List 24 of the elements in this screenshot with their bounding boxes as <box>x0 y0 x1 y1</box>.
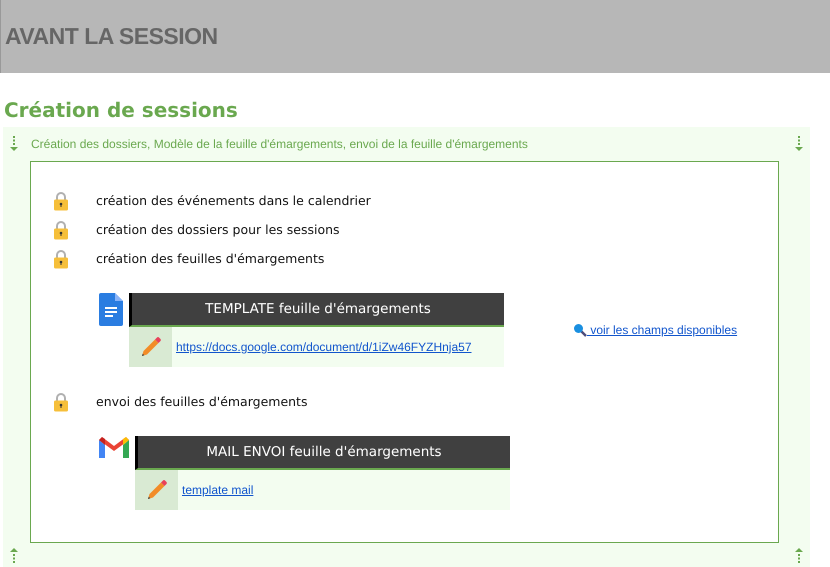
expand-arrow-icon[interactable] <box>9 547 19 563</box>
document-icon <box>99 293 123 326</box>
lock-icon <box>53 190 69 210</box>
fields-link[interactable]: voir les champs disponibles <box>573 323 738 337</box>
page-title: AVANT LA SESSION <box>5 23 218 50</box>
lock-icon <box>53 220 69 240</box>
collapse-arrow-icon[interactable] <box>794 136 804 152</box>
collapse-arrow-icon[interactable] <box>9 136 19 152</box>
pencil-icon <box>146 479 168 501</box>
lock-icon <box>53 248 69 268</box>
document-link[interactable]: template mail <box>182 483 254 497</box>
card-title: MAIL ENVOI feuille d'émargements <box>135 436 510 470</box>
card-title: TEMPLATE feuille d'émargements <box>129 293 504 327</box>
task-label: création des événements dans le calendrier <box>96 193 371 208</box>
task-label: création des feuilles d'émargements <box>96 251 324 266</box>
envelope-m-icon <box>99 436 129 460</box>
task-label: envoi des feuilles d'émargements <box>96 394 308 409</box>
task-label: création des dossiers pour les sessions <box>96 222 340 237</box>
pencil-icon <box>140 336 162 358</box>
section-title: Création de sessions <box>3 97 239 124</box>
expand-arrow-icon[interactable] <box>794 547 804 563</box>
lock-icon <box>53 392 69 412</box>
section-summary: Création des dossiers, Modèle de la feuille d'émargements, envoi de la feuille d'émargements <box>31 137 529 151</box>
magnifier-icon <box>573 323 587 337</box>
